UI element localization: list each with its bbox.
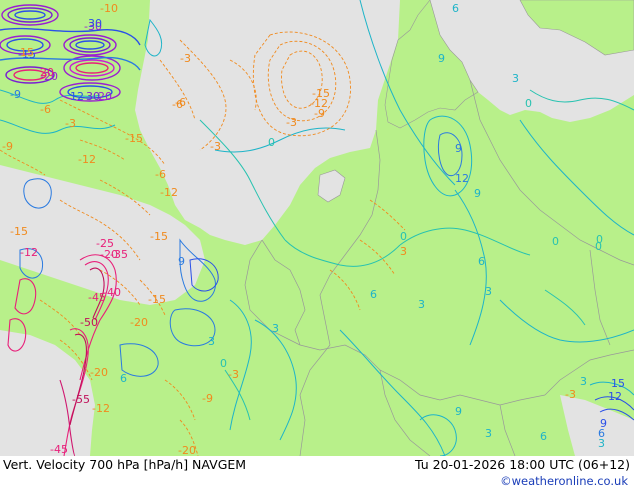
footer-bar: Vert. Velocity 700 hPa [hPa/h] NAVGEM Tu… [0, 456, 634, 490]
contour-label: 3 [512, 72, 519, 85]
contour-label: 12 [455, 172, 469, 185]
contour-label: -12 [92, 402, 110, 415]
contour-label: -9 [2, 140, 13, 153]
contour-label: -9 [314, 107, 325, 120]
contour-label: 30 [88, 17, 102, 30]
contour-label: 9 [455, 405, 462, 418]
weather-map: -30 -15 -20 -10 -9 -6 -3 -15 -12 -9 -3 -… [0, 0, 634, 456]
contour-label: 3 [485, 285, 492, 298]
contour-label: 12 [608, 390, 622, 403]
contour-label: -45 [50, 443, 68, 456]
contour-label: 3 [418, 298, 425, 311]
contour-label: -45 [88, 291, 106, 304]
contour-label: -20 [178, 444, 196, 456]
contour-label: -6 [155, 168, 166, 181]
contour-label: -10 [100, 2, 118, 15]
contour-label: 0 [552, 235, 559, 248]
contour-label: 6 [452, 2, 459, 15]
contour-label: -55 [72, 393, 90, 406]
contour-label: 9 [455, 142, 462, 155]
contour-label: -15 [10, 225, 28, 238]
contour-label: -15 [148, 293, 166, 306]
contour-label: -50 [80, 316, 98, 329]
map-title: Vert. Velocity 700 hPa [hPa/h] NAVGEM [3, 457, 247, 472]
contour-label: 20 [98, 90, 112, 103]
contour-label: 9 [438, 52, 445, 65]
contour-label: 0 [525, 97, 532, 110]
contour-label: -20 [90, 366, 108, 379]
contour-label: 6 [540, 430, 547, 443]
contour-label: -9 [10, 88, 21, 101]
contour-label: 20 [40, 66, 54, 79]
contour-label: 9 [474, 187, 481, 200]
contour-label: -15 [150, 230, 168, 243]
contour-label: 15 [20, 46, 34, 59]
contour-label: 3 [208, 335, 215, 348]
contour-label: -3 [286, 116, 297, 129]
contour-label: 0 [220, 357, 227, 370]
contour-label: -3 [210, 140, 221, 153]
contour-label: -6 [175, 96, 186, 109]
contour-label: -9 [202, 392, 213, 405]
contour-label: 6 [370, 288, 377, 301]
contour-label: 6 [120, 372, 127, 385]
contour-label: 0 [400, 230, 407, 243]
contour-label: 0 [596, 233, 603, 246]
copyright-link[interactable]: ©weatheronline.co.uk [500, 474, 628, 488]
contour-label: -6 [40, 103, 51, 116]
contour-label: 3 [485, 427, 492, 440]
contour-label: 12 [70, 90, 84, 103]
contour-label: 3 [598, 437, 605, 450]
contour-label: -35 [110, 248, 128, 261]
contour-label: -20 [130, 316, 148, 329]
contour-label: 3 [272, 322, 279, 335]
contour-label: -12 [20, 246, 38, 259]
contour-label: 15 [611, 377, 625, 390]
contour-label: 6 [478, 255, 485, 268]
contour-label: -3 [65, 117, 76, 130]
contour-label: 3 [400, 245, 407, 258]
contour-label: -3 [180, 52, 191, 65]
contour-label: -15 [125, 132, 143, 145]
valid-time: Tu 20-01-2026 18:00 UTC (06+12) [414, 457, 630, 472]
contour-label: -3 [228, 368, 239, 381]
contour-label: 0 [268, 136, 275, 149]
contour-label: -3 [565, 388, 576, 401]
contour-label: 9 [178, 255, 185, 268]
contour-label: -12 [160, 186, 178, 199]
contour-label: 3 [580, 375, 587, 388]
contour-label: -12 [78, 153, 96, 166]
